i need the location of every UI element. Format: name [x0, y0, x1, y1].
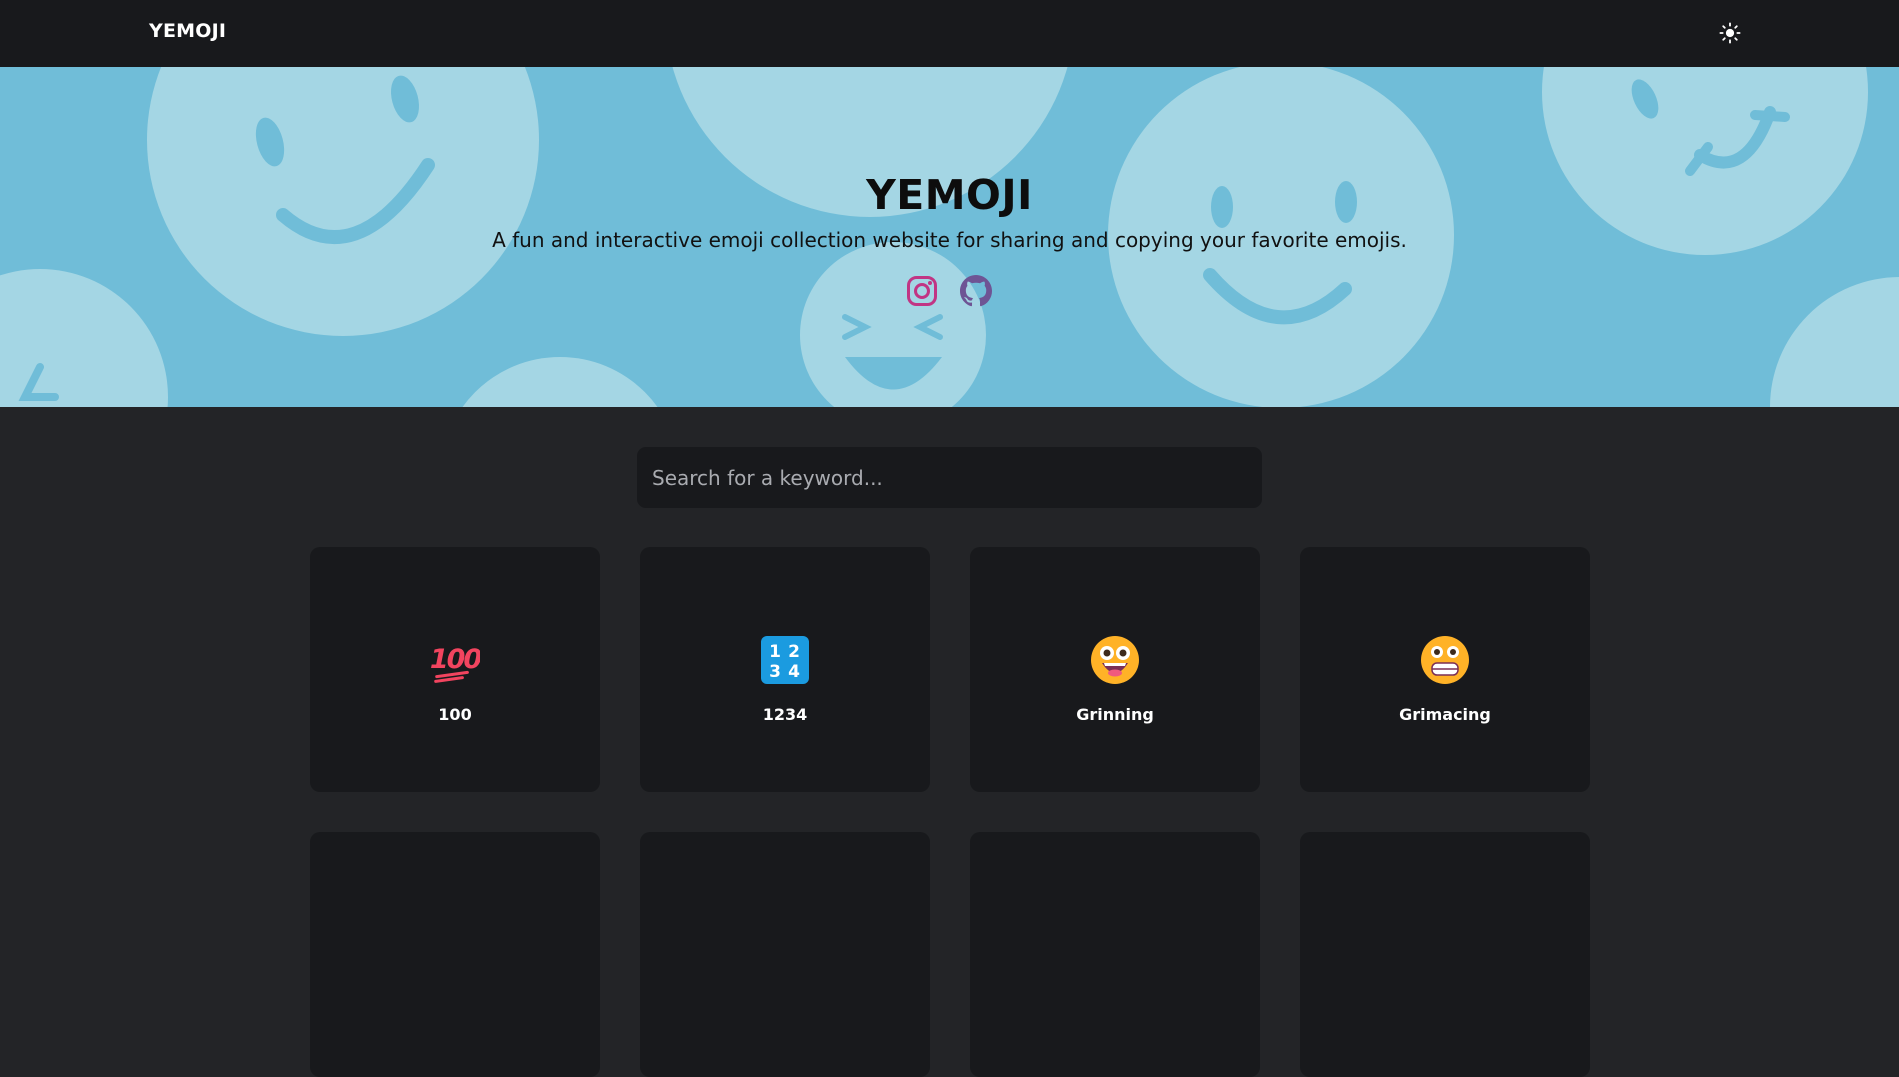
input-numbers-icon: 1 2 3 4 [760, 635, 810, 685]
emoji-name: Grimacing [1399, 705, 1491, 724]
svg-text:1: 1 [769, 642, 781, 662]
grimacing-face-icon [1420, 635, 1470, 685]
navbar: YEMOJI [0, 0, 1899, 67]
search-container [637, 447, 1262, 508]
svg-text:2: 2 [788, 642, 800, 662]
emoji-card[interactable] [310, 832, 600, 1077]
emoji-name: Grinning [1076, 705, 1154, 724]
hero-subtitle: A fun and interactive emoji collection w… [492, 228, 1407, 252]
github-link[interactable] [959, 274, 993, 308]
hero-banner: YEMOJI A fun and interactive emoji colle… [0, 67, 1899, 407]
theme-toggle-button[interactable] [1716, 19, 1744, 47]
emoji-card[interactable]: 1 2 3 4 1234 [640, 547, 930, 792]
emoji-name: 100 [438, 705, 472, 724]
emoji-card[interactable]: Grimacing [1300, 547, 1590, 792]
instagram-link[interactable] [905, 274, 939, 308]
emoji-grid: 100 100 1 2 3 4 1234 Grinning Grimacing [310, 547, 1590, 1077]
instagram-icon [907, 276, 937, 306]
emoji-card[interactable]: Grinning [970, 547, 1260, 792]
brand-logo[interactable]: YEMOJI [149, 20, 226, 42]
svg-text:3: 3 [769, 662, 781, 682]
emoji-card[interactable]: 100 100 [310, 547, 600, 792]
grinning-face-icon [1090, 635, 1140, 685]
hero-title: YEMOJI [866, 171, 1033, 219]
hundred-points-icon: 100 [430, 635, 480, 685]
emoji-name: 1234 [762, 705, 808, 724]
social-links [905, 274, 993, 308]
search-input[interactable] [637, 447, 1262, 508]
emoji-card[interactable] [1300, 832, 1590, 1077]
sun-icon [1719, 22, 1741, 44]
emoji-card[interactable] [970, 832, 1260, 1077]
emoji-card[interactable] [640, 832, 930, 1077]
github-icon [960, 275, 992, 307]
svg-text:4: 4 [788, 662, 800, 682]
svg-text:100: 100 [430, 644, 480, 675]
